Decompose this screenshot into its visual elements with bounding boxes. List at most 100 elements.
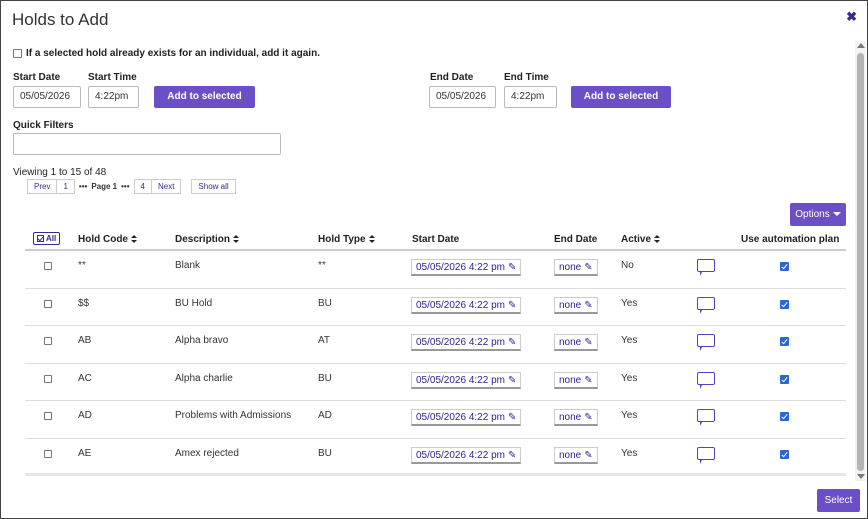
end-date-label: End Date [430, 72, 474, 83]
row-select-checkbox[interactable] [44, 449, 52, 458]
hold-description: Problems with Admissions [175, 410, 292, 421]
start-date-edit[interactable]: 05/05/2026 4:22 pm ✎ [411, 409, 522, 426]
check-square-icon [37, 235, 44, 242]
end-date-value: none [559, 337, 582, 348]
sort-icon [654, 234, 661, 244]
scroll-thumb[interactable] [857, 53, 864, 471]
col-hold-type-label: Hold Type [318, 234, 366, 245]
start-date-edit[interactable]: 05/05/2026 4:22 pm ✎ [411, 296, 522, 314]
table-header: All Hold Code Description Hold Type Star… [25, 229, 846, 251]
hold-code: AB [78, 335, 92, 346]
comment-icon[interactable] [697, 296, 715, 314]
current-page-text: Page 1 [91, 182, 118, 191]
automation-checkbox[interactable] [780, 412, 789, 421]
select-all-label: All [46, 234, 57, 243]
comment-icon[interactable] [697, 259, 715, 276]
col-hold-type[interactable]: Hold Type [318, 234, 375, 245]
end-date-edit[interactable]: none ✎ [554, 446, 598, 464]
select-button[interactable]: Select [817, 489, 860, 512]
col-hold-code-label: Hold Code [78, 234, 128, 245]
end-date-edit[interactable]: none ✎ [554, 259, 598, 276]
active-status: Yes [621, 447, 638, 459]
start-date-edit[interactable]: 05/05/2026 4:22 pm ✎ [411, 259, 522, 276]
quick-filters-input[interactable] [13, 133, 281, 155]
end-date-edit[interactable]: none ✎ [554, 296, 598, 314]
row-select-checkbox[interactable] [44, 299, 52, 308]
page-4-button[interactable]: 4 [133, 179, 152, 194]
page-1-button[interactable]: 1 [57, 179, 75, 194]
scrollbar[interactable] [855, 41, 866, 481]
col-description-label: Description [175, 234, 231, 245]
next-page-button[interactable]: Next [151, 179, 182, 194]
end-date-edit[interactable]: none ✎ [554, 371, 598, 389]
show-all-button[interactable]: Show all [191, 179, 236, 194]
readd-checkbox[interactable] [13, 49, 22, 58]
end-date-value: none [559, 374, 582, 386]
pencil-icon: ✎ [584, 262, 593, 273]
end-add-to-selected-button[interactable]: Add to selected rows [571, 86, 671, 124]
start-date-label: Start Date [13, 72, 61, 83]
sort-icon [368, 234, 375, 244]
close-icon[interactable]: ✖ [846, 9, 857, 25]
row-select-checkbox[interactable] [44, 412, 52, 420]
readd-option[interactable]: If a selected hold already exists for an… [13, 48, 320, 59]
hold-code: ** [78, 260, 86, 271]
hold-type: AT [318, 335, 331, 346]
hold-description: Alpha charlie [175, 372, 233, 384]
col-active-label: Active [621, 234, 652, 245]
start-date-value: 05/05/2026 4:22 pm [416, 262, 505, 273]
comment-icon[interactable] [697, 371, 715, 389]
start-date-input[interactable]: 05/05/2026 [13, 86, 81, 108]
select-all-button[interactable]: All [33, 232, 61, 245]
start-time-label: Start Time [88, 72, 137, 83]
col-hold-code[interactable]: Hold Code [78, 234, 137, 245]
col-description[interactable]: Description [175, 234, 240, 245]
col-automation: Use automation plan [741, 234, 840, 245]
automation-checkbox[interactable] [780, 449, 789, 459]
active-status: Yes [621, 335, 638, 346]
hold-description: Blank [175, 260, 201, 271]
prev-page-button[interactable]: Prev [27, 179, 58, 194]
hold-description: Alpha bravo [175, 335, 229, 346]
row-select-checkbox[interactable] [44, 374, 52, 383]
pencil-icon: ✎ [584, 412, 593, 423]
options-dropdown-button[interactable]: Options [790, 203, 846, 226]
start-date-edit[interactable]: 05/05/2026 4:22 pm ✎ [411, 371, 522, 389]
comment-icon[interactable] [697, 334, 715, 351]
automation-checkbox[interactable] [780, 262, 789, 271]
automation-checkbox[interactable] [780, 299, 789, 309]
pencil-icon: ✎ [507, 337, 517, 348]
table-row: AB Alpha bravo AT 05/05/2026 4:22 pm ✎ no… [25, 326, 846, 364]
end-date-edit[interactable]: none ✎ [554, 334, 598, 351]
end-date-value: none [559, 412, 582, 423]
automation-checkbox[interactable] [780, 337, 789, 346]
comment-icon[interactable] [697, 446, 715, 464]
start-date-edit[interactable]: 05/05/2026 4:22 pm ✎ [411, 446, 522, 464]
dialog-title: Holds to Add [12, 10, 109, 29]
pencil-icon: ✎ [507, 299, 517, 311]
end-date-input[interactable]: 05/05/2026 [429, 86, 496, 108]
start-date-edit[interactable]: 05/05/2026 4:22 pm ✎ [411, 334, 522, 351]
col-active[interactable]: Active [621, 234, 661, 245]
quick-filters-label: Quick Filters [13, 120, 74, 131]
start-time-input[interactable]: 4:22pm [88, 86, 139, 108]
start-add-to-selected-button[interactable]: Add to selected rows [154, 86, 255, 124]
row-select-checkbox[interactable] [44, 262, 52, 270]
start-date-value: 05/05/2026 4:22 pm [416, 337, 505, 348]
pencil-icon: ✎ [507, 262, 517, 273]
table-bottom-scroll[interactable] [25, 473, 846, 476]
comment-icon[interactable] [697, 409, 715, 426]
end-time-input[interactable]: 4:22pm [504, 86, 557, 108]
active-status: Yes [621, 372, 638, 384]
automation-checkbox[interactable] [780, 374, 789, 384]
row-select-checkbox[interactable] [44, 337, 52, 345]
active-status: Yes [621, 410, 638, 421]
pencil-icon: ✎ [584, 449, 593, 461]
end-date-edit[interactable]: none ✎ [554, 409, 598, 426]
scroll-up-arrow-icon[interactable] [857, 43, 865, 48]
hold-code: AD [78, 410, 92, 421]
readd-label: If a selected hold already exists for an… [26, 48, 320, 59]
scroll-down-arrow-icon[interactable] [857, 474, 865, 479]
hold-type: BU [318, 372, 332, 384]
hold-description: Amex rejected [175, 447, 239, 459]
